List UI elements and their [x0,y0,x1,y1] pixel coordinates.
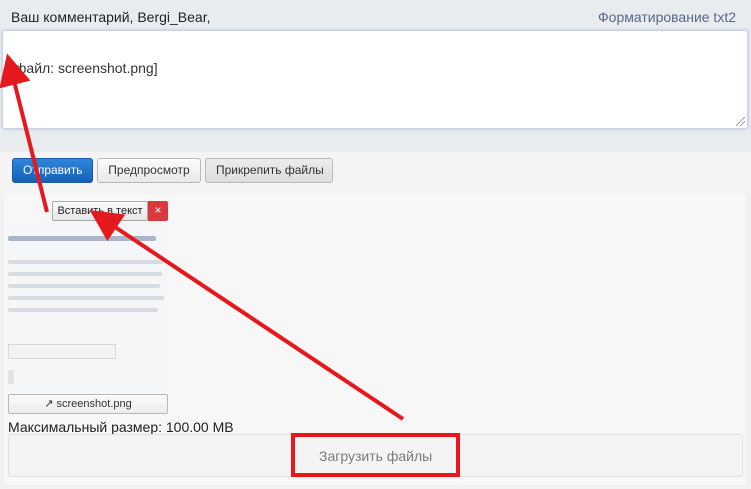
comment-label: Ваш комментарий, Bergi_Bear, [11,9,211,25]
send-button[interactable]: Отправить [12,158,93,183]
remove-attachment-button[interactable]: × [148,201,168,221]
comment-textarea[interactable]: [файл: screenshot.png] [2,30,748,129]
comment-header: Ваш комментарий, Bergi_Bear, Форматирова… [0,0,751,32]
image-thumbnail[interactable] [8,222,168,390]
attachment-file-button[interactable]: ↗ screenshot.png [8,394,168,414]
highlight-box [291,433,460,477]
resize-grip-icon[interactable] [736,117,745,126]
attach-files-button[interactable]: Прикрепить файлы [205,158,333,183]
comment-textarea-value: [файл: screenshot.png] [11,60,158,76]
preview-button[interactable]: Предпросмотр [97,158,201,183]
max-size-text: Максимальный размер: 100.00 MB [8,419,234,435]
insert-into-text-button[interactable]: Вставить в текст [52,201,148,221]
thumbnail-input [8,344,116,359]
formatting-link[interactable]: Форматирование txt2 [598,9,736,25]
